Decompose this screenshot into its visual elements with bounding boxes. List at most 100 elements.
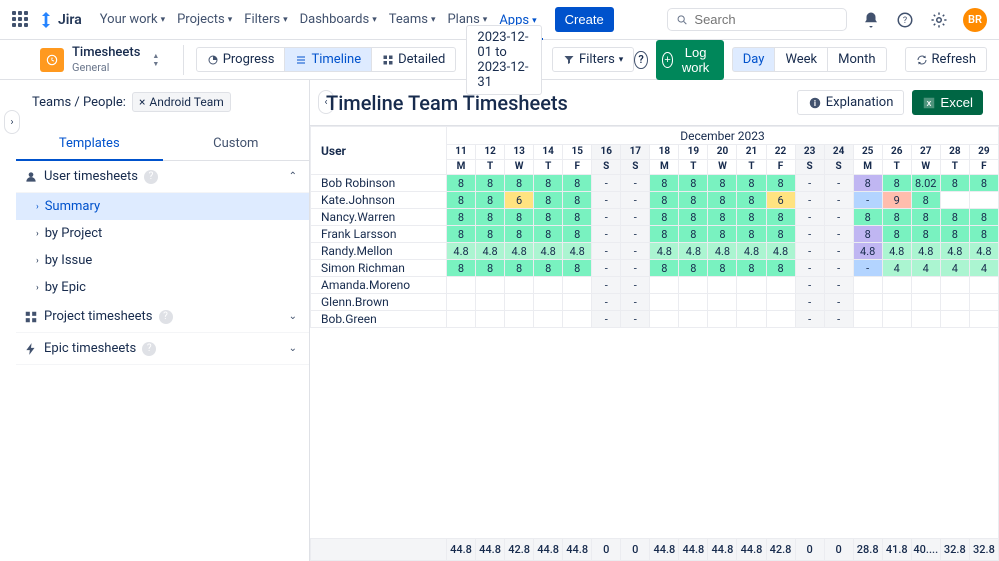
- cell[interactable]: 8: [476, 209, 505, 226]
- cell[interactable]: [476, 311, 505, 328]
- cell[interactable]: [969, 294, 998, 311]
- cell[interactable]: 8: [447, 260, 476, 277]
- cell[interactable]: 4.8: [447, 243, 476, 260]
- cell[interactable]: 8: [679, 226, 708, 243]
- cell[interactable]: 4: [882, 260, 911, 277]
- cell[interactable]: 8: [679, 209, 708, 226]
- cell[interactable]: [708, 277, 737, 294]
- cell[interactable]: [969, 277, 998, 294]
- cell[interactable]: [476, 294, 505, 311]
- cell[interactable]: 8: [650, 192, 679, 209]
- cell[interactable]: 4.8: [969, 243, 998, 260]
- cell[interactable]: 8: [505, 175, 534, 192]
- cell[interactable]: [505, 311, 534, 328]
- user-name[interactable]: Bob Robinson: [311, 175, 447, 192]
- cell[interactable]: -: [592, 260, 621, 277]
- cell[interactable]: -: [795, 277, 824, 294]
- user-name[interactable]: Bob.Green: [311, 311, 447, 328]
- cell[interactable]: 8: [882, 209, 911, 226]
- cell[interactable]: [447, 311, 476, 328]
- cell[interactable]: -: [621, 260, 650, 277]
- cell[interactable]: -: [621, 294, 650, 311]
- cell[interactable]: [476, 277, 505, 294]
- cell[interactable]: -: [592, 192, 621, 209]
- cell[interactable]: -: [824, 226, 853, 243]
- cell[interactable]: 8: [447, 226, 476, 243]
- excel-button[interactable]: X Excel: [912, 90, 983, 115]
- cell[interactable]: 8: [679, 260, 708, 277]
- cell[interactable]: 8: [447, 209, 476, 226]
- cell[interactable]: -: [795, 311, 824, 328]
- cell[interactable]: -: [592, 175, 621, 192]
- cell[interactable]: 8: [737, 192, 766, 209]
- cell[interactable]: [679, 294, 708, 311]
- cell[interactable]: [534, 294, 563, 311]
- cell[interactable]: -: [795, 294, 824, 311]
- user-name[interactable]: Frank Larsson: [311, 226, 447, 243]
- cell[interactable]: 8: [766, 175, 795, 192]
- cell[interactable]: [940, 294, 969, 311]
- cell[interactable]: -: [824, 243, 853, 260]
- cell[interactable]: -: [592, 311, 621, 328]
- cell[interactable]: 8: [708, 260, 737, 277]
- refresh-button[interactable]: Refresh: [905, 47, 987, 72]
- user-name[interactable]: Randy.Mellon: [311, 243, 447, 260]
- cell[interactable]: 8: [447, 192, 476, 209]
- cell[interactable]: [969, 192, 998, 209]
- cell[interactable]: 8: [505, 226, 534, 243]
- section-user[interactable]: User timesheets?⌃: [16, 161, 309, 193]
- cell[interactable]: 8: [476, 226, 505, 243]
- cell[interactable]: 8: [882, 175, 911, 192]
- cell[interactable]: -: [795, 192, 824, 209]
- user-name[interactable]: Simon Richman: [311, 260, 447, 277]
- cell[interactable]: [534, 311, 563, 328]
- cell[interactable]: [853, 311, 882, 328]
- cell[interactable]: -: [621, 209, 650, 226]
- cell[interactable]: 9: [882, 192, 911, 209]
- cell[interactable]: [650, 294, 679, 311]
- cell[interactable]: 4.8: [505, 243, 534, 260]
- period-day[interactable]: Day: [732, 47, 776, 72]
- nav-your-work[interactable]: Your work▾: [94, 0, 171, 40]
- settings-icon[interactable]: [929, 10, 949, 30]
- cell[interactable]: 8: [766, 209, 795, 226]
- help-button[interactable]: ?: [634, 51, 647, 69]
- cell[interactable]: -: [824, 192, 853, 209]
- cell[interactable]: 8: [534, 192, 563, 209]
- cell[interactable]: 4.8: [476, 243, 505, 260]
- cell[interactable]: -: [824, 209, 853, 226]
- cell[interactable]: -: [853, 192, 882, 209]
- cell[interactable]: 8: [853, 209, 882, 226]
- cell[interactable]: -: [621, 277, 650, 294]
- cell[interactable]: 8: [679, 192, 708, 209]
- cell[interactable]: -: [621, 226, 650, 243]
- view-progress[interactable]: Progress: [196, 47, 286, 72]
- cell[interactable]: 8: [737, 260, 766, 277]
- cell[interactable]: [505, 294, 534, 311]
- create-button[interactable]: Create: [555, 7, 614, 32]
- cell[interactable]: [447, 277, 476, 294]
- cell[interactable]: 8: [534, 175, 563, 192]
- user-name[interactable]: Nancy.Warren: [311, 209, 447, 226]
- cell[interactable]: [679, 311, 708, 328]
- cell[interactable]: -: [795, 226, 824, 243]
- cell[interactable]: [737, 277, 766, 294]
- breadcrumb[interactable]: Timesheets General ▲▼: [0, 45, 171, 74]
- cell[interactable]: -: [592, 277, 621, 294]
- cell[interactable]: [563, 294, 592, 311]
- cell[interactable]: 8: [650, 226, 679, 243]
- cell[interactable]: -: [621, 192, 650, 209]
- cell[interactable]: [969, 311, 998, 328]
- cell[interactable]: 8: [563, 209, 592, 226]
- tree-by-project[interactable]: ›by Project: [16, 220, 309, 247]
- cell[interactable]: [766, 277, 795, 294]
- cell[interactable]: 4.8: [940, 243, 969, 260]
- filters-button[interactable]: Filters▾: [552, 47, 634, 72]
- cell[interactable]: 8: [708, 226, 737, 243]
- cell[interactable]: 4.8: [853, 243, 882, 260]
- help-icon[interactable]: ?: [895, 10, 915, 30]
- cell[interactable]: -: [621, 243, 650, 260]
- nav-teams[interactable]: Teams▾: [383, 0, 442, 40]
- cell[interactable]: 8: [911, 209, 940, 226]
- cell[interactable]: 8: [708, 192, 737, 209]
